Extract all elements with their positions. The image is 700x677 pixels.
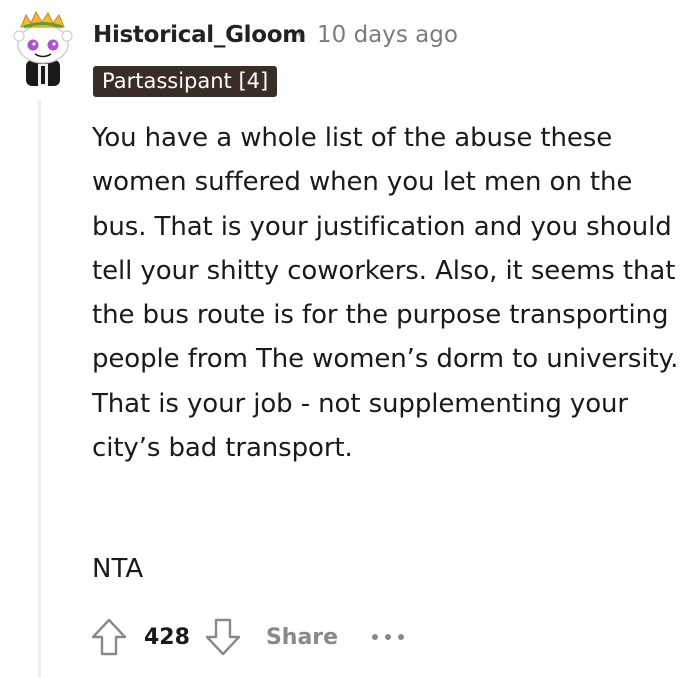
upvote-arrow-icon[interactable] — [88, 616, 130, 658]
comment-action-bar: 428 Share — [88, 612, 408, 662]
share-button[interactable]: Share — [266, 625, 338, 650]
avatar-icon[interactable] — [12, 10, 74, 88]
comment-verdict: NTA — [92, 554, 144, 584]
meta-separator: · — [296, 22, 304, 48]
vote-score: 428 — [144, 624, 190, 650]
thread-line[interactable] — [38, 100, 41, 677]
comment-body: You have a whole list of the abuse these… — [92, 116, 682, 470]
comment-timestamp[interactable]: 10 days ago — [317, 22, 458, 48]
comment-author[interactable]: Historical_Gloom — [93, 22, 306, 48]
more-options-icon[interactable] — [368, 622, 408, 652]
user-flair: Partassipant [4] — [93, 66, 278, 97]
comment-paragraph: You have a whole list of the abuse these… — [92, 123, 679, 464]
downvote-arrow-icon[interactable] — [202, 616, 244, 658]
